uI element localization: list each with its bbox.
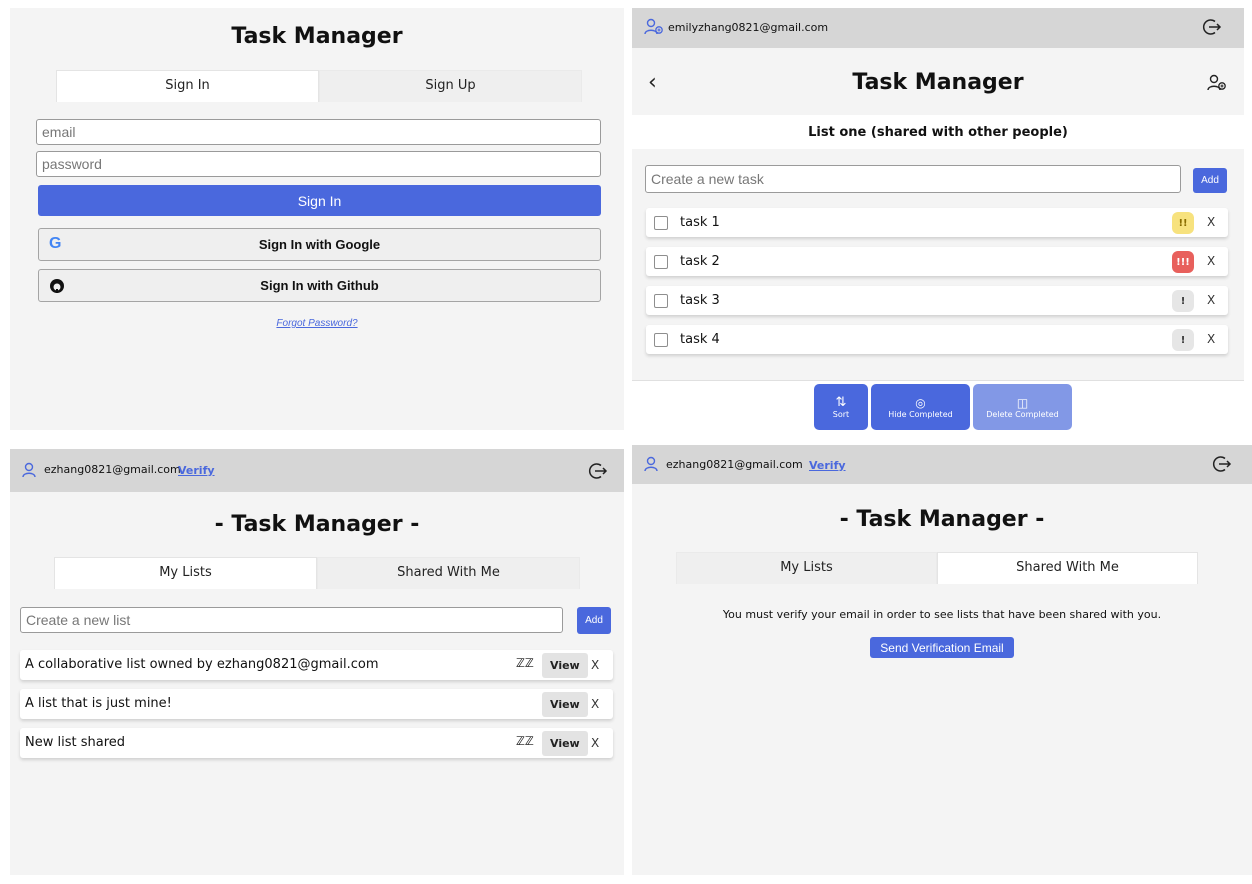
tab-shared-with-me[interactable]: Shared With Me <box>317 557 580 589</box>
verify-message: You must verify your email in order to s… <box>722 608 1162 621</box>
delete-list-button[interactable]: X <box>591 697 599 711</box>
tab-shared-with-me[interactable]: Shared With Me <box>937 552 1198 584</box>
sort-icon: ⇅ <box>835 395 847 410</box>
trash-icon: ◫ <box>1016 395 1029 410</box>
task-name: task 1 <box>680 215 720 230</box>
app-title: - Task Manager - <box>214 512 420 537</box>
task-checkbox[interactable] <box>654 255 668 269</box>
my-lists-panel: ezhang0821@gmail.com Verify - Task Manag… <box>10 449 624 875</box>
tab-signin[interactable]: Sign In <box>56 70 319 102</box>
lists-tabs: My Lists Shared With Me <box>676 552 1198 584</box>
user-shared-icon <box>644 18 664 39</box>
priority-badge[interactable]: ! <box>1172 290 1194 312</box>
tab-my-lists[interactable]: My Lists <box>676 552 937 584</box>
hide-completed-label: Hide Completed <box>888 409 953 419</box>
github-signin-label: Sign In with Github <box>260 278 379 293</box>
list-detail-panel: emilyzhang0821@gmail.com ‹ Task Manager … <box>632 8 1244 430</box>
google-signin-button[interactable]: G Sign In with Google <box>38 228 601 261</box>
view-list-button[interactable]: View <box>542 692 588 717</box>
hide-completed-button[interactable]: ◎ Hide Completed <box>871 384 970 430</box>
task-name: task 4 <box>680 332 720 347</box>
new-list-input[interactable]: Create a new list <box>20 607 563 633</box>
list-item: A collaborative list owned by ezhang0821… <box>20 650 613 680</box>
eye-slash-icon: ◎ <box>915 395 926 410</box>
delete-task-button[interactable]: X <box>1207 215 1215 229</box>
verify-link[interactable]: Verify <box>178 464 215 477</box>
user-icon <box>22 462 36 481</box>
user-email: ezhang0821@gmail.com <box>44 463 181 476</box>
signin-panel: Task Manager Sign In Sign Up email passw… <box>10 8 624 430</box>
forgot-password-link[interactable]: Forgot Password? <box>10 318 624 329</box>
add-list-button[interactable]: Add <box>577 607 611 634</box>
list-item: New list shared ℤℤ View X <box>20 728 613 758</box>
delete-task-button[interactable]: X <box>1207 332 1215 346</box>
sort-label: Sort <box>832 410 850 419</box>
logout-icon[interactable] <box>1212 454 1232 477</box>
user-email: emilyzhang0821@gmail.com <box>668 21 829 34</box>
user-header: ezhang0821@gmail.com Verify <box>632 445 1252 484</box>
app-title: Task Manager <box>231 24 403 49</box>
task-row: task 4 ! X <box>646 325 1228 354</box>
delete-task-button[interactable]: X <box>1207 254 1215 268</box>
task-name: task 2 <box>680 254 720 269</box>
password-field[interactable]: password <box>36 151 601 177</box>
task-row: task 2 !!! X <box>646 247 1228 276</box>
task-name: task 3 <box>680 293 720 308</box>
task-row: task 3 ! X <box>646 286 1228 315</box>
task-row: task 1 !! X <box>646 208 1228 237</box>
delete-list-button[interactable]: X <box>591 736 599 750</box>
email-field[interactable]: email <box>36 119 601 145</box>
user-email: ezhang0821@gmail.com <box>666 458 803 471</box>
list-name: A collaborative list owned by ezhang0821… <box>25 657 379 672</box>
sort-button[interactable]: ⇅ Sort <box>814 384 868 430</box>
google-icon: G <box>49 235 62 252</box>
tab-my-lists[interactable]: My Lists <box>54 557 317 589</box>
delete-task-button[interactable]: X <box>1207 293 1215 307</box>
priority-badge[interactable]: ! <box>1172 329 1194 351</box>
github-signin-button[interactable]: Sign In with Github <box>38 269 601 302</box>
signin-button[interactable]: Sign In <box>38 185 601 216</box>
task-checkbox[interactable] <box>654 216 668 230</box>
delete-list-button[interactable]: X <box>591 658 599 672</box>
google-signin-label: Sign In with Google <box>258 237 381 252</box>
app-title: - Task Manager - <box>839 507 1045 532</box>
lists-tabs: My Lists Shared With Me <box>54 557 580 589</box>
add-task-button[interactable]: Add <box>1193 168 1227 193</box>
user-icon <box>644 456 658 475</box>
tab-signup[interactable]: Sign Up <box>319 70 582 102</box>
logout-icon[interactable] <box>588 461 608 484</box>
shared-with-me-panel: ezhang0821@gmail.com Verify - Task Manag… <box>632 445 1252 875</box>
delete-completed-button[interactable]: ◫ Delete Completed <box>973 384 1072 430</box>
task-checkbox[interactable] <box>654 294 668 308</box>
shared-people-icon: ℤℤ <box>516 734 534 748</box>
list-name: A list that is just mine! <box>25 696 172 711</box>
delete-completed-label: Delete Completed <box>986 409 1059 419</box>
list-name: New list shared <box>25 735 126 750</box>
app-title: Task Manager <box>852 70 1024 95</box>
list-item: A list that is just mine! View X <box>20 689 613 719</box>
view-list-button[interactable]: View <box>542 653 588 678</box>
github-icon <box>49 278 65 297</box>
user-header: emilyzhang0821@gmail.com <box>632 8 1244 48</box>
task-checkbox[interactable] <box>654 333 668 347</box>
user-header: ezhang0821@gmail.com Verify <box>10 449 624 492</box>
verify-link[interactable]: Verify <box>809 459 846 472</box>
send-verification-button[interactable]: Send Verification Email <box>870 637 1014 658</box>
priority-badge[interactable]: !!! <box>1172 251 1194 273</box>
view-list-button[interactable]: View <box>542 731 588 756</box>
shared-people-icon: ℤℤ <box>516 656 534 670</box>
list-title: List one (shared with other people) <box>632 115 1244 149</box>
new-task-input[interactable]: Create a new task <box>645 165 1181 193</box>
priority-badge[interactable]: !! <box>1172 212 1194 234</box>
add-collaborator-icon[interactable] <box>1207 74 1227 96</box>
logout-icon[interactable] <box>1202 17 1222 40</box>
auth-tabs: Sign In Sign Up <box>56 70 582 102</box>
